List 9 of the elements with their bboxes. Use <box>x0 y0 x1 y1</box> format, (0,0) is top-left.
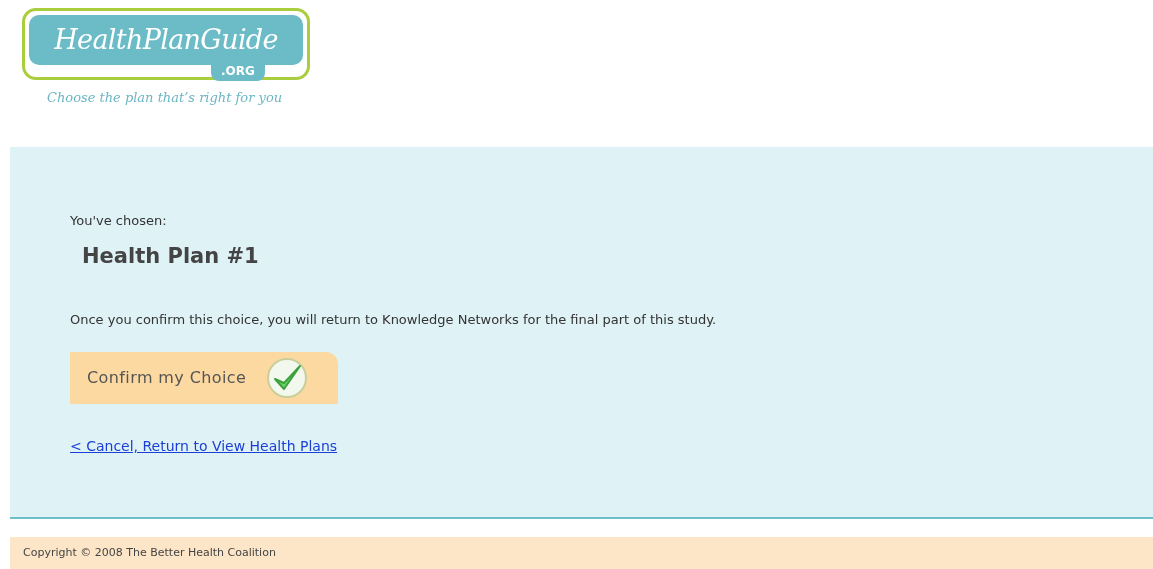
checkmark-icon <box>266 356 309 399</box>
confirm-button[interactable]: Confirm my Choice <box>70 351 338 404</box>
confirm-note: Once you confirm this choice, you will return to Knowledge Networks for the final part of this study. <box>70 311 717 329</box>
plan-name: Health Plan #1 <box>82 242 259 270</box>
logo-name: HealthPlanGuide <box>54 22 278 57</box>
tagline: Choose the plan that’s right for you <box>47 89 284 107</box>
cancel-link[interactable]: < Cancel, Return to View Health Plans <box>70 435 338 457</box>
copyright-text: Copyright © 2008 The Better Health Coalition <box>23 544 276 561</box>
chosen-label: You've chosen: <box>70 212 167 230</box>
